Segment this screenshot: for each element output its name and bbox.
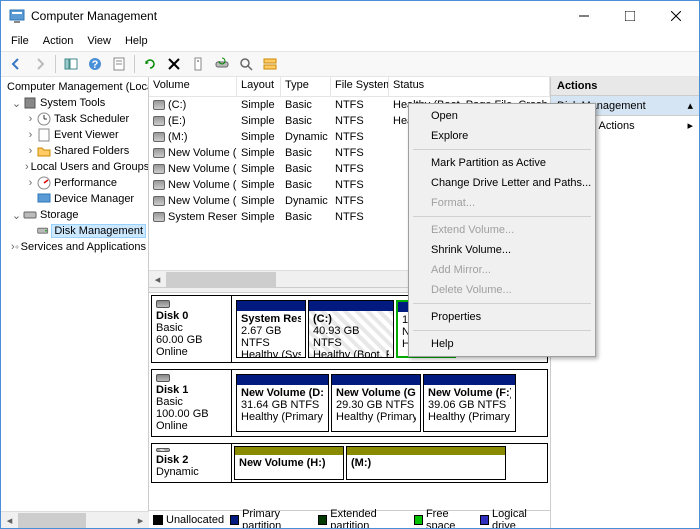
expand-icon[interactable]: › xyxy=(25,129,36,141)
volume-block[interactable]: New Volume (G:)29.30 GB NTFSHealthy (Pri… xyxy=(331,374,421,432)
volume-block[interactable]: System Reserved2.67 GB NTFSHealthy (Syst… xyxy=(236,300,306,358)
expand-icon[interactable]: › xyxy=(25,145,36,157)
volume-block[interactable]: New Volume (D:)31.64 GB NTFSHealthy (Pri… xyxy=(236,374,329,432)
expand-icon[interactable]: › xyxy=(25,177,36,189)
legend-logical-icon xyxy=(480,515,489,525)
legend-extended-icon xyxy=(318,515,327,525)
tree-system-tools[interactable]: ⌄System Tools xyxy=(3,95,146,111)
grid-header: Volume Layout Type File System Status xyxy=(149,77,550,97)
delete-button[interactable] xyxy=(163,53,185,75)
legend-primary-icon xyxy=(230,515,239,525)
expand-icon[interactable]: › xyxy=(25,113,36,125)
disk-row[interactable]: Disk 1Basic100.00 GBOnlineNew Volume (D:… xyxy=(151,369,548,437)
ctx-mirror: Add Mirror... xyxy=(411,260,593,280)
back-button[interactable] xyxy=(5,53,27,75)
volume-block[interactable]: New Volume (H:) xyxy=(234,446,344,480)
expand-icon[interactable]: › xyxy=(25,161,29,173)
app-icon xyxy=(9,8,25,24)
tree-event-viewer[interactable]: ›Event Viewer xyxy=(3,127,146,143)
nav-tree[interactable]: Computer Management (Local) ⌄System Tool… xyxy=(1,77,149,528)
refresh-button[interactable] xyxy=(139,53,161,75)
view-button[interactable] xyxy=(259,53,281,75)
ctx-properties[interactable]: Properties xyxy=(411,307,593,327)
tree-local-users[interactable]: ›Local Users and Groups xyxy=(3,159,146,175)
ctx-extend: Extend Volume... xyxy=(411,220,593,240)
col-fs[interactable]: File System xyxy=(331,77,389,96)
menu-action[interactable]: Action xyxy=(37,33,80,49)
svg-text:?: ? xyxy=(92,59,99,71)
volume-block[interactable]: New Volume (F:)39.06 GB NTFSHealthy (Pri… xyxy=(423,374,516,432)
titlebar: Computer Management xyxy=(1,1,699,31)
ctx-explore[interactable]: Explore xyxy=(411,126,593,146)
forward-button[interactable] xyxy=(29,53,51,75)
disk-row[interactable]: Disk 2DynamicNew Volume (H:)(M:) xyxy=(151,443,548,483)
help-button[interactable]: ? xyxy=(84,53,106,75)
ctx-change-letter[interactable]: Change Drive Letter and Paths... xyxy=(411,173,593,193)
ctx-format: Format... xyxy=(411,193,593,213)
legend: Unallocated Primary partition Extended p… xyxy=(149,510,550,528)
col-status[interactable]: Status xyxy=(389,77,550,96)
menubar: File Action View Help xyxy=(1,31,699,51)
disk-header[interactable]: Disk 0Basic60.00 GBOnline xyxy=(152,296,232,362)
tree-services[interactable]: ›Services and Applications xyxy=(3,239,146,255)
settings-button[interactable] xyxy=(187,53,209,75)
volume-block[interactable]: (C:)40.93 GB NTFSHealthy (Boot, Page Fil… xyxy=(308,300,394,358)
context-menu: Open Explore Mark Partition as Active Ch… xyxy=(408,103,596,357)
tree-shared-folders[interactable]: ›Shared Folders xyxy=(3,143,146,159)
properties-button[interactable] xyxy=(108,53,130,75)
legend-unallocated-icon xyxy=(153,515,163,525)
collapse-icon: ▴ xyxy=(687,99,693,112)
disk-header[interactable]: Disk 2Dynamic xyxy=(152,444,232,482)
ctx-open[interactable]: Open xyxy=(411,106,593,126)
close-button[interactable] xyxy=(653,1,699,31)
toolbar: ? xyxy=(1,51,699,77)
menu-help[interactable]: Help xyxy=(119,33,154,49)
minimize-button[interactable] xyxy=(561,1,607,31)
col-volume[interactable]: Volume xyxy=(149,77,237,96)
actions-header: Actions xyxy=(551,77,699,96)
tree-root[interactable]: Computer Management (Local) xyxy=(3,79,146,95)
col-type[interactable]: Type xyxy=(281,77,331,96)
collapse-icon[interactable]: ⌄ xyxy=(11,209,22,222)
find-button[interactable] xyxy=(235,53,257,75)
menu-view[interactable]: View xyxy=(81,33,117,49)
tree-task-scheduler[interactable]: ›Task Scheduler xyxy=(3,111,146,127)
menu-file[interactable]: File xyxy=(5,33,35,49)
tree-device-manager[interactable]: Device Manager xyxy=(3,191,146,207)
disk-header[interactable]: Disk 1Basic100.00 GBOnline xyxy=(152,370,232,436)
tree-hscroll[interactable]: ◂▸ xyxy=(1,511,149,528)
ctx-delete: Delete Volume... xyxy=(411,280,593,300)
submenu-icon: ▸ xyxy=(687,119,693,132)
col-layout[interactable]: Layout xyxy=(237,77,281,96)
legend-free-icon xyxy=(414,515,423,525)
show-hide-tree-button[interactable] xyxy=(60,53,82,75)
tree-performance[interactable]: ›Performance xyxy=(3,175,146,191)
volume-block[interactable]: (M:) xyxy=(346,446,506,480)
ctx-mark-active[interactable]: Mark Partition as Active xyxy=(411,153,593,173)
window-title: Computer Management xyxy=(31,9,561,23)
tree-disk-management[interactable]: Disk Management xyxy=(3,223,146,239)
ctx-shrink[interactable]: Shrink Volume... xyxy=(411,240,593,260)
rescan-button[interactable] xyxy=(211,53,233,75)
collapse-icon[interactable]: ⌄ xyxy=(11,97,22,110)
tree-storage[interactable]: ⌄Storage xyxy=(3,207,146,223)
maximize-button[interactable] xyxy=(607,1,653,31)
ctx-help[interactable]: Help xyxy=(411,334,593,354)
